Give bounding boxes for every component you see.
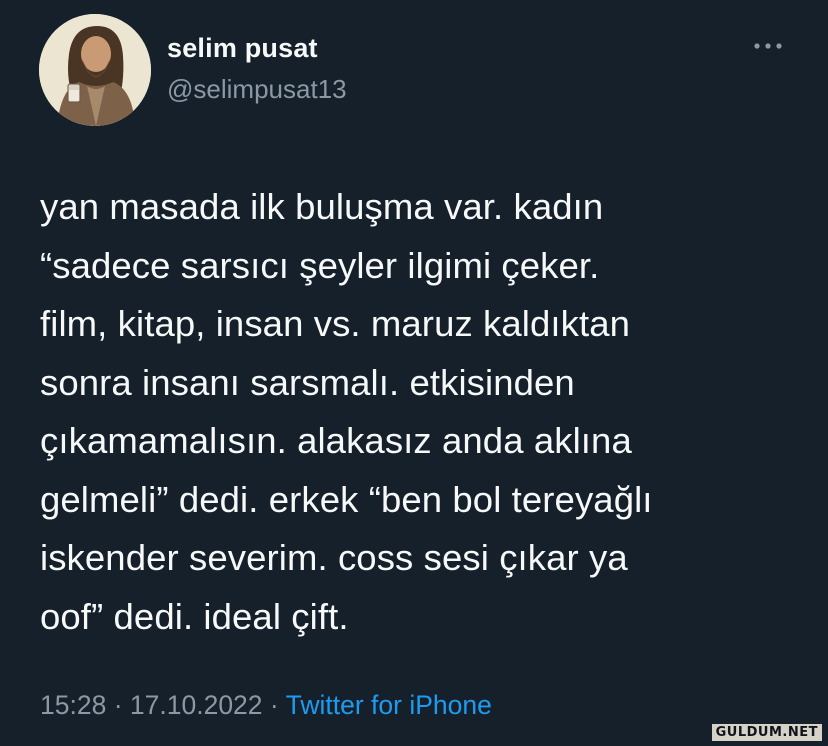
- meta-separator: ·: [269, 690, 279, 720]
- tweet-meta: 15:28 · 17.10.2022 · Twitter for iPhone: [40, 690, 492, 721]
- avatar-image: [39, 14, 151, 126]
- tweet-time[interactable]: 15:28: [40, 690, 106, 720]
- user-handle[interactable]: @selimpusat13: [167, 74, 347, 105]
- tweet-text: yan masada ilk buluşma var. kadın “sadec…: [40, 186, 653, 637]
- tweet-date[interactable]: 17.10.2022: [130, 690, 263, 720]
- tweet-source-link[interactable]: Twitter for iPhone: [286, 690, 492, 720]
- meta-separator: ·: [113, 690, 123, 720]
- display-name[interactable]: selim pusat: [167, 33, 318, 64]
- more-button[interactable]: [748, 30, 788, 62]
- site-watermark: GULDUM.NET: [711, 724, 822, 741]
- more-horizontal-icon: [754, 43, 782, 49]
- avatar[interactable]: [39, 14, 151, 126]
